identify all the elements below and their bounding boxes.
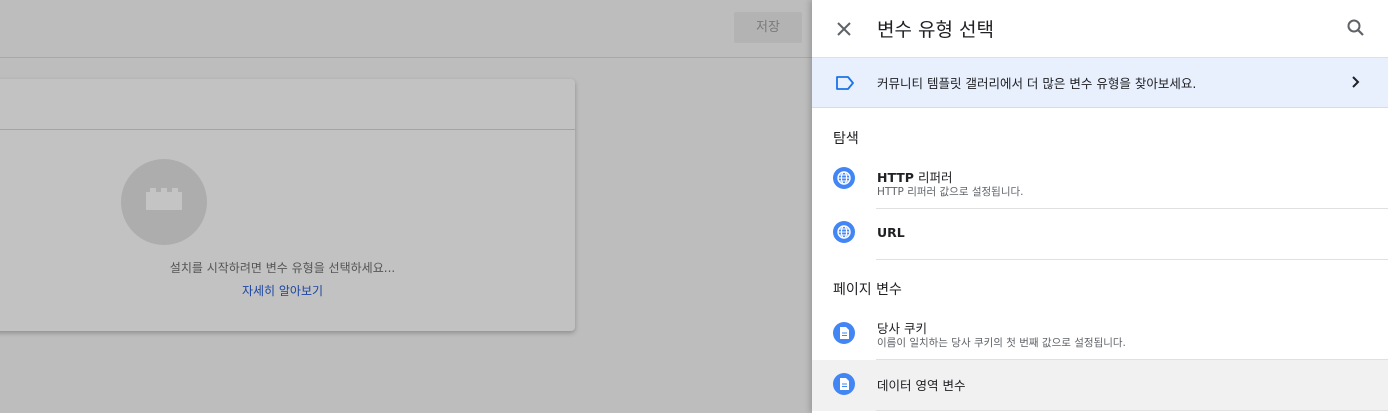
globe-icon: [833, 167, 855, 189]
banner-text: 커뮤니티 템플릿 갤러리에서 더 많은 변수 유형을 찾아보세요.: [877, 76, 1197, 91]
background-app: 저장 설치를 시작하려면 변수 유형을 선택하세요... 자세히 알아보기: [0, 0, 812, 413]
brick-icon: [146, 188, 182, 210]
item-title: URL: [877, 225, 905, 240]
variable-type-first-party-cookie[interactable]: 당사 쿠키 이름이 일치하는 당사 쿠키의 첫 번째 값으로 설정됩니다.: [812, 309, 1388, 360]
community-gallery-banner[interactable]: 커뮤니티 템플릿 갤러리에서 더 많은 변수 유형을 찾아보세요.: [812, 58, 1388, 108]
label-tag-icon: [834, 73, 856, 93]
background-topbar: 저장: [0, 0, 812, 58]
variable-placeholder-icon: [121, 159, 207, 245]
item-description: 이름이 일치하는 당사 쿠키의 첫 번째 값으로 설정됩니다.: [877, 337, 1126, 349]
panel-header: 변수 유형 선택: [812, 0, 1388, 58]
document-icon: [833, 373, 855, 395]
card-message: 설치를 시작하려면 변수 유형을 선택하세요...: [169, 261, 396, 275]
document-icon: [833, 322, 855, 344]
panel-title: 변수 유형 선택: [877, 19, 994, 41]
variable-type-panel: 변수 유형 선택 커뮤니티 템플릿 갤러리에서 더 많은 변수 유형을 찾아보세…: [812, 0, 1388, 413]
item-description: HTTP 리퍼러 값으로 설정됩니다.: [877, 186, 1024, 198]
learn-more-link: 자세히 알아보기: [241, 284, 324, 298]
variable-type-http-referrer[interactable]: HTTP 리퍼러 HTTP 리퍼러 값으로 설정됩니다.: [812, 158, 1388, 209]
section-title-page-variables: 페이지 변수: [833, 282, 902, 298]
search-icon[interactable]: [1344, 16, 1368, 40]
item-divider: [876, 259, 1388, 260]
item-divider: [876, 410, 1388, 411]
save-button: 저장: [734, 12, 802, 43]
chevron-right-icon: [1346, 72, 1366, 92]
variable-config-card: 설치를 시작하려면 변수 유형을 선택하세요... 자세히 알아보기: [0, 79, 575, 331]
card-divider: [0, 129, 575, 130]
close-icon[interactable]: [832, 17, 856, 41]
globe-icon: [833, 221, 855, 243]
variable-type-url[interactable]: URL: [812, 209, 1388, 260]
section-title-navigation: 탐색: [833, 131, 859, 147]
variable-type-data-layer-variable[interactable]: 데이터 영역 변수: [812, 360, 1388, 411]
item-title: 데이터 영역 변수: [877, 378, 966, 393]
